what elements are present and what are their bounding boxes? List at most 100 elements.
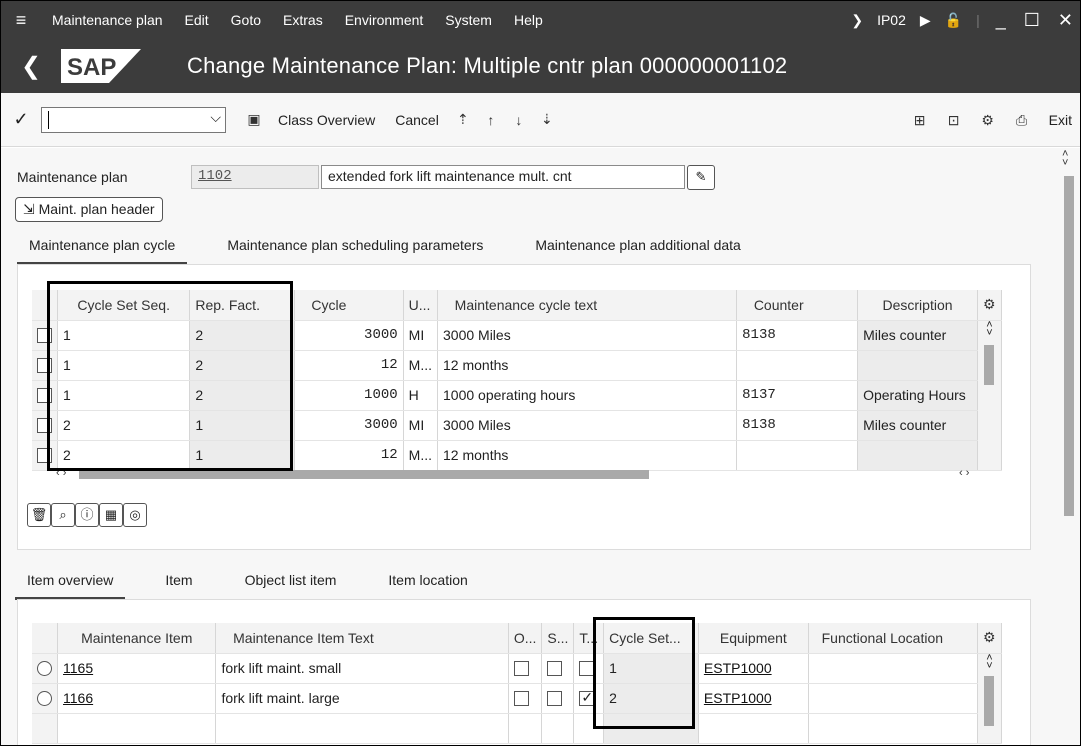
scroll-up-down-icon[interactable]: ˄ ˅: [983, 320, 996, 338]
new-window-icon[interactable]: ⊞: [903, 112, 937, 129]
hamburger-menu-icon[interactable]: ≡: [1, 10, 41, 31]
s-checkbox[interactable]: [541, 653, 575, 684]
equipment-cell[interactable]: ESTP1000: [698, 683, 809, 714]
command-field[interactable]: ⌵: [41, 106, 226, 133]
counter-cell[interactable]: [736, 350, 859, 381]
empty-cell[interactable]: [57, 713, 217, 744]
empty-cell[interactable]: [698, 713, 809, 744]
maintenance-item-cell[interactable]: 1166: [57, 683, 217, 714]
maintenance-item-text-cell[interactable]: fork lift maint. large: [215, 683, 509, 714]
tab-object-list-item[interactable]: Object list item: [233, 572, 349, 600]
maintenance-item-cell[interactable]: 1165: [57, 653, 217, 684]
scroll-arrows-icon[interactable]: ˄ ˅: [1062, 149, 1068, 169]
left-right-scroll-icon[interactable]: ‹ ›: [959, 467, 969, 479]
previous-page-icon[interactable]: ↑: [477, 112, 505, 128]
edit-long-text-icon[interactable]: ✎: [687, 165, 715, 190]
check-icon[interactable]: ✓: [1, 109, 41, 130]
empty-cell[interactable]: [808, 713, 978, 744]
tab-maintenance-plan-cycle[interactable]: Maintenance plan cycle: [17, 237, 188, 265]
unit-cell[interactable]: MI: [403, 320, 439, 351]
unlock-icon[interactable]: 🔓: [938, 12, 969, 29]
maximize-icon[interactable]: ☐: [1015, 10, 1049, 31]
unit-cell[interactable]: M...: [403, 350, 439, 381]
scroll-up-down-icon[interactable]: ˄ ˅: [983, 653, 996, 671]
functional-location-cell[interactable]: [808, 653, 978, 684]
table-settings-icon[interactable]: ⚙: [977, 623, 1003, 654]
table-scrollbar[interactable]: ˄ ˅: [977, 320, 1003, 471]
close-icon[interactable]: ✕: [1049, 10, 1080, 31]
tab-item[interactable]: Item: [153, 572, 204, 600]
menu-edit[interactable]: Edit: [174, 12, 220, 28]
tab-item-overview[interactable]: Item overview: [15, 572, 126, 600]
col-equipment[interactable]: Equipment: [698, 623, 809, 654]
maintenance-item-text-cell[interactable]: fork lift maint. small: [215, 653, 509, 684]
vertical-scrollbar[interactable]: ˄ ˅: [1058, 148, 1080, 745]
chevron-down-icon[interactable]: ⌵: [210, 109, 221, 126]
table-scroll-thumb[interactable]: [984, 344, 995, 385]
menu-system[interactable]: System: [434, 12, 503, 28]
row-select-empty[interactable]: [32, 713, 58, 744]
cycle-cell[interactable]: 3000: [294, 320, 404, 351]
next-page-icon[interactable]: ↓: [505, 112, 533, 128]
cycle-text-cell[interactable]: 1000 operating hours: [437, 380, 738, 411]
o-checkbox[interactable]: [508, 683, 543, 714]
maint-plan-header-button[interactable]: ⇲ Maint. plan header: [15, 197, 163, 222]
col-maintenance-item[interactable]: Maintenance Item: [57, 623, 217, 654]
row-select-radio[interactable]: [32, 683, 58, 714]
maintenance-plan-text-field[interactable]: extended fork lift maintenance mult. cnt: [321, 165, 685, 189]
cycle-text-cell[interactable]: 12 months: [437, 440, 738, 471]
counter-cell[interactable]: 8137: [736, 380, 859, 411]
col-cycle[interactable]: Cycle: [294, 290, 404, 321]
details-icon[interactable]: ⓘ: [75, 503, 99, 527]
minimize-icon[interactable]: _: [987, 10, 1015, 31]
empty-cell[interactable]: [215, 713, 509, 744]
row-select-radio[interactable]: [32, 653, 58, 684]
scroll-thumb[interactable]: [1064, 176, 1074, 516]
first-page-icon[interactable]: ⇡: [449, 111, 477, 128]
table-settings-icon[interactable]: ⚙: [977, 290, 1003, 321]
col-maintenance-cycle-text[interactable]: Maintenance cycle text: [437, 290, 738, 321]
exit-button[interactable]: Exit: [1039, 112, 1080, 128]
o-checkbox[interactable]: [508, 653, 543, 684]
functional-location-cell[interactable]: [808, 683, 978, 714]
equipment-cell[interactable]: ESTP1000: [698, 653, 809, 684]
counter-cell[interactable]: 8138: [736, 410, 859, 441]
menu-environment[interactable]: Environment: [334, 12, 435, 28]
unit-cell[interactable]: H: [403, 380, 439, 411]
counter-cell[interactable]: 8138: [736, 320, 859, 351]
col-o[interactable]: O...: [508, 623, 543, 654]
screen-output-icon[interactable]: ⎙: [1005, 112, 1039, 129]
last-page-icon[interactable]: ⇣: [533, 111, 561, 128]
delete-icon[interactable]: 🗑: [27, 503, 51, 527]
col-s[interactable]: S...: [541, 623, 575, 654]
menu-help[interactable]: Help: [503, 12, 554, 28]
col-unit[interactable]: U...: [403, 290, 439, 321]
play-icon[interactable]: ▶: [913, 12, 938, 29]
col-description[interactable]: Description: [857, 290, 978, 321]
unit-cell[interactable]: MI: [403, 410, 439, 441]
col-counter[interactable]: Counter: [736, 290, 859, 321]
cycle-text-cell[interactable]: 12 months: [437, 350, 738, 381]
cycle-cell[interactable]: 12: [294, 350, 404, 381]
window-icon[interactable]: ⊡: [937, 112, 971, 129]
chevron-right-icon[interactable]: ❯: [844, 12, 870, 29]
class-overview-button[interactable]: Class Overview: [268, 112, 385, 128]
tab-additional-data[interactable]: Maintenance plan additional data: [523, 237, 753, 265]
tab-item-location[interactable]: Item location: [376, 572, 479, 600]
menu-goto[interactable]: Goto: [220, 12, 272, 28]
cycle-cell[interactable]: 3000: [294, 410, 404, 441]
save-icon[interactable]: ▣: [240, 111, 268, 128]
table-scroll-thumb[interactable]: [984, 675, 995, 726]
s-checkbox[interactable]: [541, 683, 575, 714]
cycle-text-cell[interactable]: 3000 Miles: [437, 410, 738, 441]
menu-maintenance-plan[interactable]: Maintenance plan: [41, 12, 174, 28]
col-maintenance-item-text[interactable]: Maintenance Item Text: [215, 623, 509, 654]
back-arrow-icon[interactable]: ❮: [1, 52, 61, 81]
menu-extras[interactable]: Extras: [272, 12, 334, 28]
settings-icon[interactable]: ⚙: [971, 112, 1005, 129]
table-scrollbar[interactable]: ˄ ˅: [977, 653, 1003, 744]
select-all-cell[interactable]: [32, 623, 58, 654]
search-icon[interactable]: ⌕: [51, 503, 75, 527]
horizontal-scroll-thumb[interactable]: [79, 470, 649, 479]
calendar-icon[interactable]: ▦: [99, 503, 123, 527]
